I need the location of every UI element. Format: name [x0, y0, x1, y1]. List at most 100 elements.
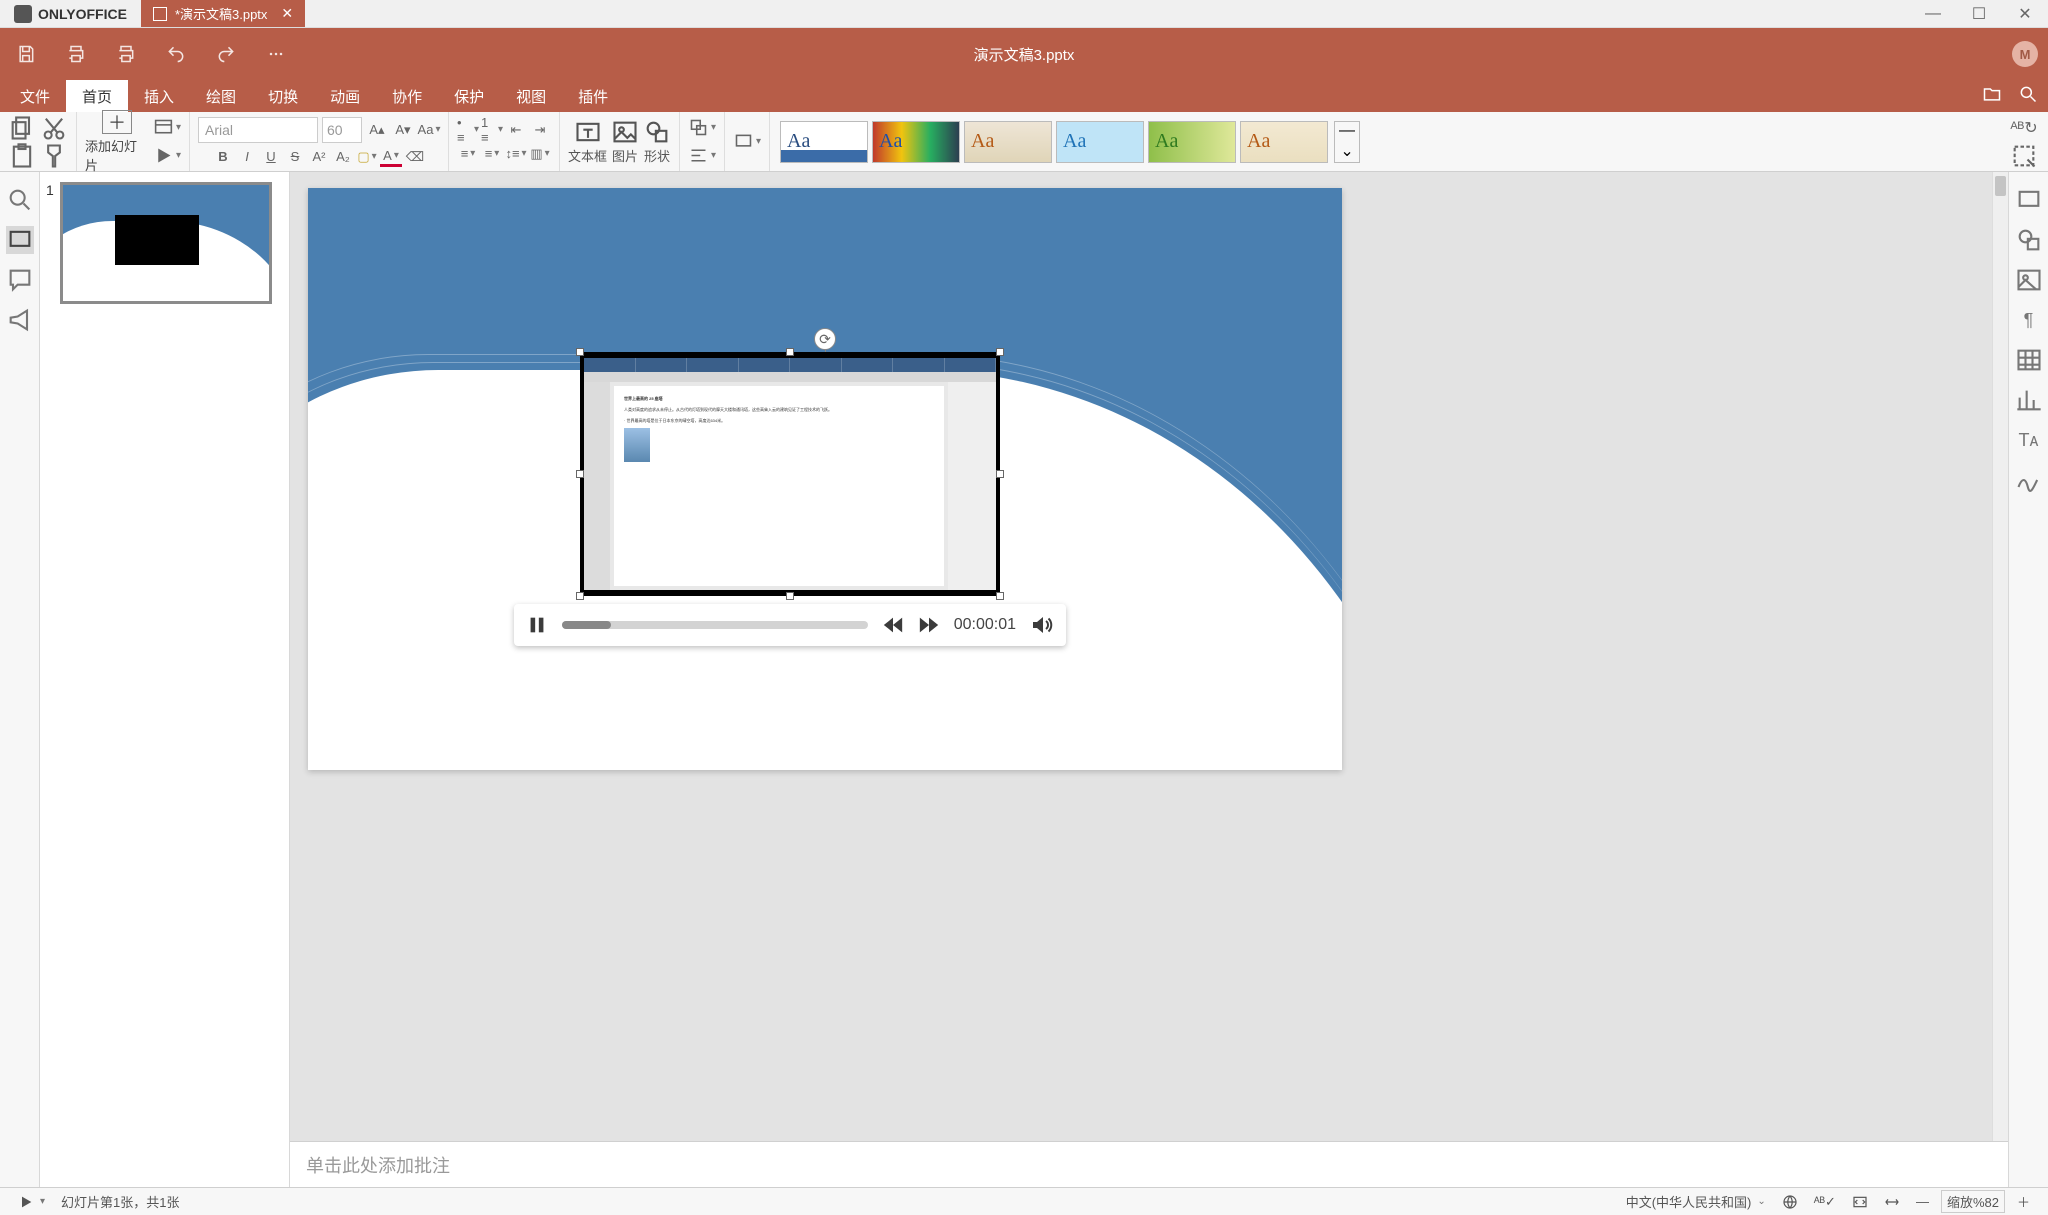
zoom-out-button[interactable]: —	[1908, 1194, 1937, 1209]
slideshow-button[interactable]: ▾	[153, 144, 181, 168]
tab-animation[interactable]: 动画	[314, 80, 376, 112]
find-panel-button[interactable]	[6, 186, 34, 214]
resize-handle-sw[interactable]	[576, 592, 584, 600]
resize-handle-ne[interactable]	[996, 348, 1004, 356]
tab-plugins[interactable]: 插件	[562, 80, 624, 112]
align-vertical-button[interactable]: ≡▾	[481, 144, 503, 164]
highlight-button[interactable]: ▢▾	[356, 147, 378, 167]
tab-collab[interactable]: 协作	[376, 80, 438, 112]
increase-indent-button[interactable]: ⇥	[529, 120, 551, 140]
slides-panel-button[interactable]	[6, 226, 34, 254]
slide-settings-button[interactable]	[2015, 186, 2043, 214]
shape-settings-button[interactable]	[2015, 226, 2043, 254]
table-settings-button[interactable]	[2015, 346, 2043, 374]
resize-handle-s[interactable]	[786, 592, 794, 600]
comments-panel-button[interactable]	[6, 266, 34, 294]
resize-handle-n[interactable]	[786, 348, 794, 356]
forward-button[interactable]	[918, 614, 940, 636]
align-horizontal-button[interactable]: ≡▾	[457, 144, 479, 164]
format-painter-button[interactable]	[40, 144, 68, 168]
video-seek-bar[interactable]	[562, 621, 868, 629]
spellcheck-button[interactable]: ᴬᴮ✓	[1806, 1194, 1844, 1210]
rewind-button[interactable]	[882, 614, 904, 636]
signature-settings-button[interactable]	[2015, 466, 2043, 494]
textbox-button[interactable]: 文本框	[568, 118, 607, 165]
fit-width-button[interactable]	[1876, 1194, 1908, 1210]
canvas[interactable]: 世界上最高的 25 座塔 人类对高度的追求从未停止。从古代的灯塔到现代的摩天大楼…	[290, 172, 2008, 1141]
decrease-font-button[interactable]: A▾	[392, 120, 414, 140]
font-name-input[interactable]	[198, 117, 318, 143]
open-location-icon[interactable]	[1982, 84, 2002, 109]
number-list-button[interactable]: 1 ≡▾	[481, 120, 503, 140]
theme-preview-5[interactable]: Aa	[1148, 121, 1236, 163]
slide-thumbnail-1[interactable]: 1	[46, 182, 283, 304]
image-button[interactable]: 图片	[611, 118, 639, 165]
fit-slide-button[interactable]	[1844, 1194, 1876, 1210]
italic-button[interactable]: I	[236, 147, 258, 167]
theme-preview-4[interactable]: Aa	[1056, 121, 1144, 163]
tab-protect[interactable]: 保护	[438, 80, 500, 112]
tab-draw[interactable]: 绘图	[190, 80, 252, 112]
cut-button[interactable]	[40, 116, 68, 140]
increase-font-button[interactable]: A▴	[366, 120, 388, 140]
copy-button[interactable]	[8, 116, 36, 140]
bold-button[interactable]: B	[212, 147, 234, 167]
line-spacing-button[interactable]: ↕≡▾	[505, 144, 527, 164]
superscript-button[interactable]: A²	[308, 147, 330, 167]
change-case-button[interactable]: Aa▾	[418, 120, 440, 140]
replace-button[interactable]: ᴬᴮ↻	[2010, 116, 2038, 140]
rotate-handle[interactable]	[814, 328, 836, 350]
zoom-in-button[interactable]: ＋	[2009, 1192, 2038, 1211]
paste-button[interactable]	[8, 144, 36, 168]
tab-file[interactable]: 文件	[4, 80, 66, 112]
slide[interactable]: 世界上最高的 25 座塔 人类对高度的追求从未停止。从古代的灯塔到现代的摩天大楼…	[308, 188, 1342, 770]
paragraph-settings-button[interactable]: ¶	[2015, 306, 2043, 334]
font-color-button[interactable]: A▾	[380, 147, 402, 167]
minimize-button[interactable]: —	[1910, 0, 1956, 28]
slide-color-button[interactable]: ▾	[733, 130, 761, 154]
video-object[interactable]: 世界上最高的 25 座塔 人类对高度的追求从未停止。从古代的灯塔到现代的摩天大楼…	[580, 352, 1000, 596]
image-settings-button[interactable]	[2015, 266, 2043, 294]
resize-handle-w[interactable]	[576, 470, 584, 478]
user-avatar[interactable]: M	[2012, 41, 2038, 67]
quick-print-button[interactable]	[110, 38, 142, 70]
select-button[interactable]	[2010, 144, 2038, 168]
close-tab-icon[interactable]: ✕	[281, 5, 293, 22]
tab-insert[interactable]: 插入	[128, 80, 190, 112]
subscript-button[interactable]: A₂	[332, 147, 354, 167]
undo-button[interactable]	[160, 38, 192, 70]
shape-button[interactable]: 形状	[643, 118, 671, 165]
layout-button[interactable]: ▾	[153, 116, 181, 140]
document-tab[interactable]: *演示文稿3.pptx ✕	[141, 0, 305, 27]
redo-button[interactable]	[210, 38, 242, 70]
textart-settings-button[interactable]: Tᴀ	[2015, 426, 2043, 454]
align-objects-button[interactable]: ▾	[688, 144, 716, 168]
tab-transition[interactable]: 切换	[252, 80, 314, 112]
maximize-button[interactable]: ☐	[1956, 0, 2002, 28]
strike-button[interactable]: S	[284, 147, 306, 167]
resize-handle-e[interactable]	[996, 470, 1004, 478]
underline-button[interactable]: U	[260, 147, 282, 167]
save-button[interactable]	[10, 38, 42, 70]
feedback-panel-button[interactable]	[6, 306, 34, 334]
tab-view[interactable]: 视图	[500, 80, 562, 112]
spellcheck-lang-button[interactable]	[1774, 1194, 1806, 1210]
theme-preview-6[interactable]: Aa	[1240, 121, 1328, 163]
close-window-button[interactable]: ✕	[2002, 0, 2048, 28]
start-slideshow-button[interactable]: ▾	[10, 1194, 53, 1210]
theme-preview-3[interactable]: Aa	[964, 121, 1052, 163]
more-button[interactable]	[260, 38, 292, 70]
zoom-value[interactable]: 缩放%82	[1941, 1190, 2005, 1213]
bullet-list-button[interactable]: • ≡▾	[457, 120, 479, 140]
chart-settings-button[interactable]	[2015, 386, 2043, 414]
notes-panel[interactable]: 单击此处添加批注	[290, 1141, 2008, 1187]
theme-preview-1[interactable]: Aa	[780, 121, 868, 163]
language-selector[interactable]: 中文(中华人民共和国) ⌄	[1618, 1192, 1774, 1211]
clear-format-button[interactable]: ⌫	[404, 147, 426, 167]
pause-button[interactable]	[526, 614, 548, 636]
tab-home[interactable]: 首页	[66, 80, 128, 112]
font-size-input[interactable]	[322, 117, 362, 143]
theme-preview-2[interactable]: Aa	[872, 121, 960, 163]
vertical-scrollbar[interactable]	[1992, 172, 2008, 1141]
resize-handle-se[interactable]	[996, 592, 1004, 600]
